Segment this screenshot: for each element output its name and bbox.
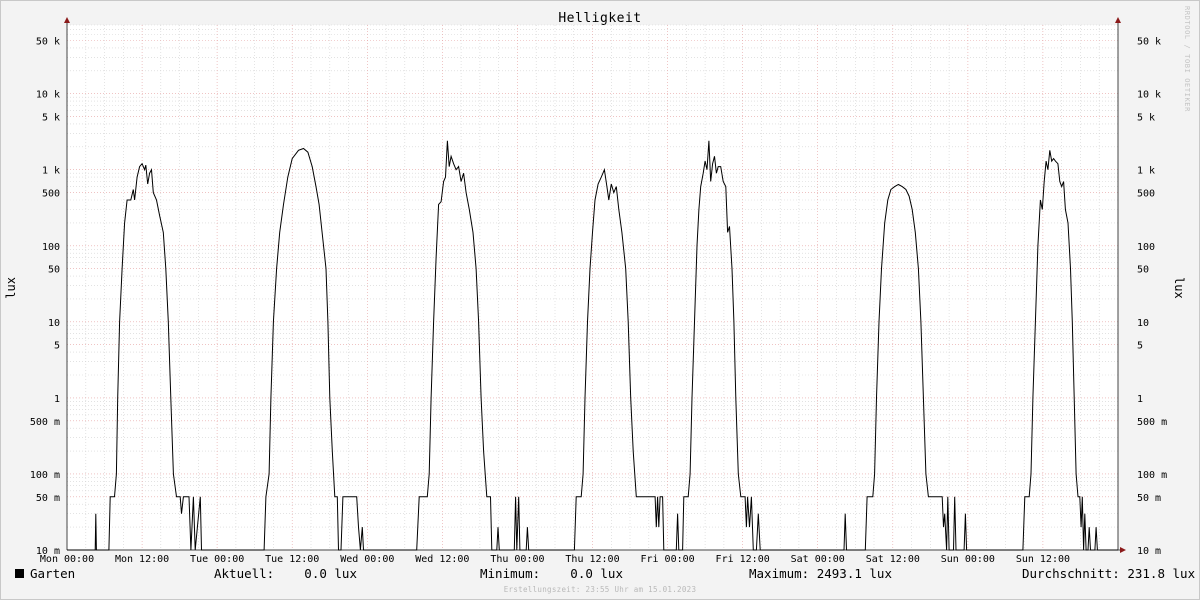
legend-series-name: Garten (30, 566, 76, 581)
y-tick-label-left: 10 k (36, 90, 60, 101)
y-tick-label-right: 50 k (1137, 37, 1161, 48)
footer-timestamp: Erstellungszeit: 23:55 Uhr am 15.01.2023 (503, 585, 697, 594)
x-tick-label: Wed 12:00 (415, 554, 469, 565)
y-tick-label-left: 10 (48, 318, 60, 329)
x-tick-label: Sun 00:00 (941, 554, 995, 565)
y-tick-label-left: 500 m (30, 417, 60, 428)
y-tick-label-right: 1 k (1137, 166, 1155, 177)
y-axis-arrow-right (1115, 17, 1121, 23)
legend: Garten Aktuell: 0.0 lux Minimum: 0.0 lux… (0, 566, 1200, 584)
x-tick-label: Mon 00:00 (40, 554, 94, 565)
y-tick-label-left: 5 (54, 341, 60, 352)
x-tick-label: Thu 00:00 (490, 554, 544, 565)
y-tick-label-right: 10 m (1137, 546, 1161, 557)
x-tick-label: Mon 12:00 (115, 554, 169, 565)
y-tick-label-right: 100 (1137, 242, 1155, 253)
legend-average: Durchschnitt: 231.8 lux (1022, 566, 1196, 581)
x-tick-label: Sat 12:00 (866, 554, 920, 565)
y-axis-arrow-left (64, 17, 70, 23)
x-tick-label: Sun 12:00 (1016, 554, 1070, 565)
y-tick-label-left: 1 k (42, 166, 60, 177)
legend-maximum: Maximum: 2493.1 lux (749, 566, 892, 581)
x-tick-label: Sat 00:00 (791, 554, 845, 565)
legend-swatch (15, 569, 24, 578)
y-tick-label-left: 100 (42, 242, 60, 253)
x-axis-arrow (1120, 547, 1126, 553)
y-tick-label-right: 1 (1137, 394, 1143, 405)
y-tick-label-left: 50 (48, 265, 60, 276)
x-tick-label: Fri 12:00 (716, 554, 770, 565)
x-tick-label: Tue 12:00 (265, 554, 319, 565)
y-tick-label-right: 50 m (1137, 493, 1161, 504)
y-tick-label-right: 10 k (1137, 90, 1161, 101)
y-tick-label-right: 500 (1137, 189, 1155, 200)
y-tick-label-left: 100 m (30, 470, 60, 481)
y-tick-label-left: 500 (42, 189, 60, 200)
x-tick-label: Tue 00:00 (190, 554, 244, 565)
y-tick-label-right: 100 m (1137, 470, 1167, 481)
y-tick-label-right: 10 (1137, 318, 1149, 329)
y-tick-label-left: 50 k (36, 37, 60, 48)
chart-area: 50 k 50 k 10 k 10 k 5 k 5 k 1 k 1 k 500 500 100 100… (30, 17, 1167, 565)
y-tick-label-right: 50 (1137, 265, 1149, 276)
y-tick-label-right: 500 m (1137, 417, 1167, 428)
y-tick-label-left: 50 m (36, 493, 60, 504)
y-tick-label-right: 5 (1137, 341, 1143, 352)
y-tick-label-left: 1 (54, 394, 60, 405)
x-tick-label: Fri 00:00 (640, 554, 694, 565)
legend-current: Aktuell: 0.0 lux (214, 566, 357, 581)
y-tick-label-right: 5 k (1137, 113, 1155, 124)
legend-minimum: Minimum: 0.0 lux (480, 566, 623, 581)
y-tick-label-left: 5 k (42, 113, 60, 124)
x-tick-label: Wed 00:00 (340, 554, 394, 565)
x-tick-label: Thu 12:00 (565, 554, 619, 565)
